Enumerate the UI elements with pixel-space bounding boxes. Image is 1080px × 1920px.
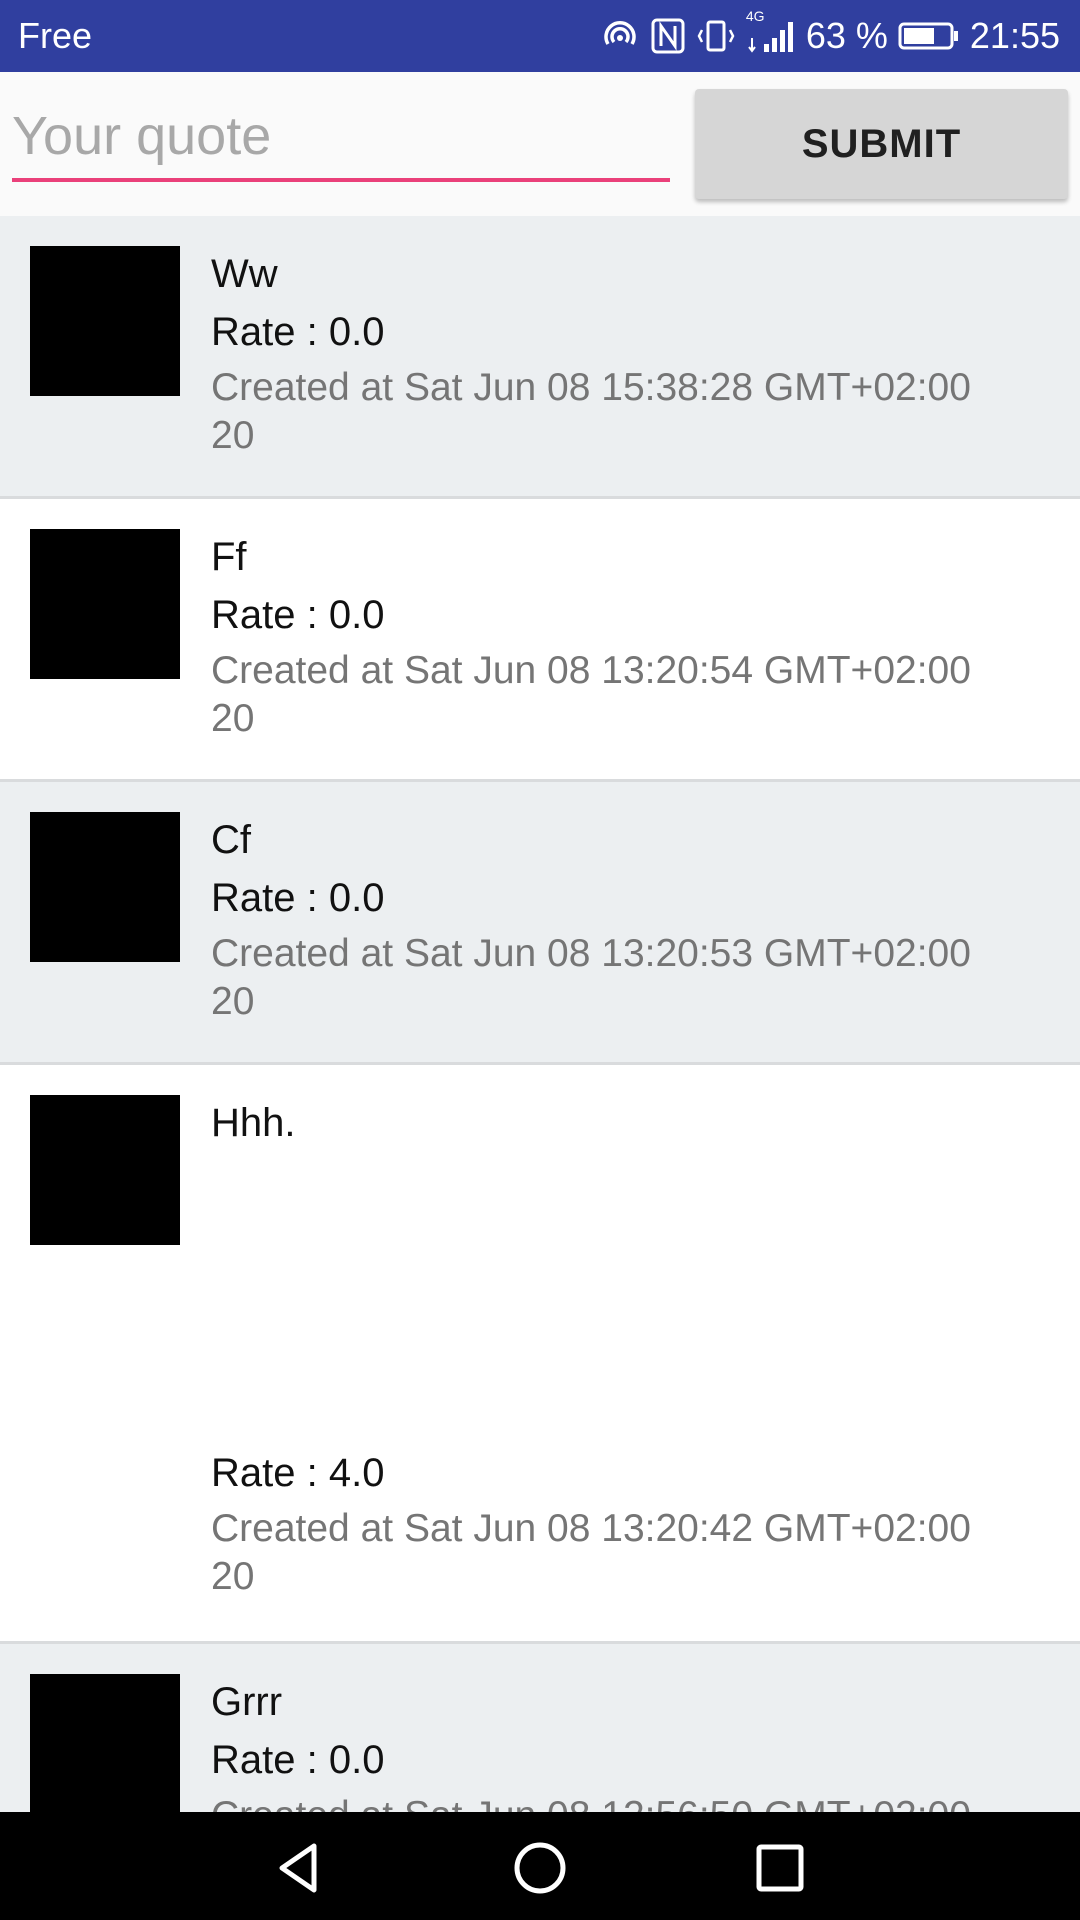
quote-list[interactable]: Ww Rate : 0.0 Created at Sat Jun 08 15:3… [0,216,1080,1812]
quote-rate: Rate : 0.0 [211,876,385,920]
status-bar: Free 4G 63 % 21:55 [0,0,1080,72]
quote-thumbnail [30,812,180,962]
vibrate-icon [696,16,736,56]
network-type-label: 4G [745,8,765,24]
quote-thumbnail [30,1095,180,1245]
list-item[interactable]: Cf Rate : 0.0 Created at Sat Jun 08 13:2… [0,782,1080,1065]
list-item[interactable]: Ww Rate : 0.0 Created at Sat Jun 08 15:3… [0,216,1080,499]
quote-input[interactable] [12,100,670,182]
home-icon[interactable] [510,1838,570,1898]
battery-percent: 63 % [805,15,888,56]
quote-text: Ff [211,535,247,579]
quote-text: Grrr [211,1680,283,1724]
quote-created-at: Created at Sat Jun 08 12:56:50 GMT+02:00… [211,1792,1040,1812]
quote-text: Cf [211,818,251,862]
quote-thumbnail [30,529,180,679]
hotspot-icon [600,16,640,56]
quote-thumbnail [30,246,180,396]
recents-icon[interactable] [750,1838,810,1898]
submit-button[interactable]: SUBMIT [695,89,1068,199]
quote-rate: Rate : 0.0 [211,593,385,637]
status-icons: 4G 63 % 21:55 [600,8,1060,60]
quote-thumbnail [30,1674,180,1812]
quote-rate: Rate : 0.0 [211,310,385,354]
carrier-label: Free [18,15,93,56]
quote-text: Hhh. [211,1101,296,1145]
battery-icon [898,21,960,51]
navigation-bar [0,1812,1080,1920]
signal-icon: 4G [746,8,796,56]
back-icon[interactable] [270,1838,330,1898]
clock: 21:55 [969,15,1060,56]
list-item[interactable]: Ff Rate : 0.0 Created at Sat Jun 08 13:2… [0,499,1080,782]
quote-rate: Rate : 0.0 [211,1738,385,1782]
list-item[interactable]: Grrr Rate : 0.0 Created at Sat Jun 08 12… [0,1644,1080,1812]
quote-rate: Rate : 4.0 [211,1451,385,1495]
quote-input-row: SUBMIT [0,72,1080,216]
quote-created-at: Created at Sat Jun 08 15:38:28 GMT+02:00… [211,366,971,457]
quote-created-at: Created at Sat Jun 08 13:20:42 GMT+02:00… [211,1507,971,1598]
quote-created-at: Created at Sat Jun 08 13:20:54 GMT+02:00… [211,649,971,740]
nfc-icon [650,16,686,56]
list-item[interactable]: Hhh. Rate : 4.0 Created at Sat Jun 08 13… [0,1065,1080,1644]
quote-text: Ww [211,252,278,296]
quote-created-at: Created at Sat Jun 08 13:20:53 GMT+02:00… [211,932,971,1023]
